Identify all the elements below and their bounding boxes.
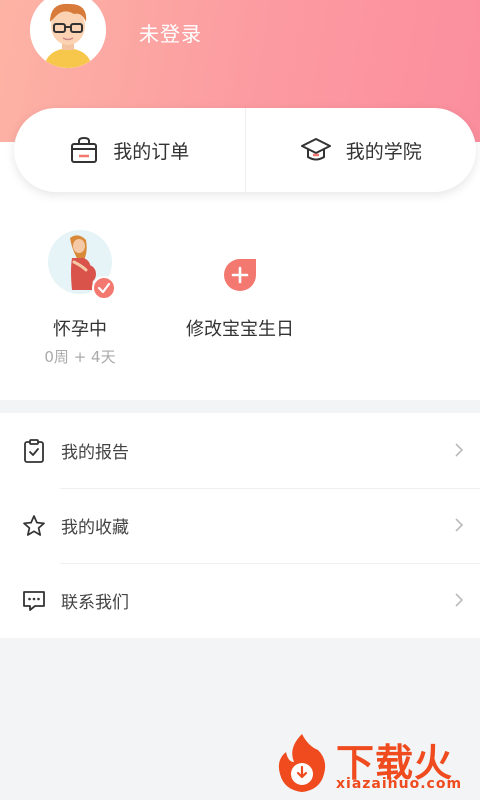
watermark: 下载火 xiazaihuo.com — [274, 732, 474, 794]
avatar-illustration-icon — [30, 0, 106, 68]
chevron-right-icon — [455, 443, 464, 457]
shopping-bag-icon — [69, 135, 99, 165]
edit-birthday-label[interactable]: 修改宝宝生日 — [170, 315, 310, 341]
login-status-text[interactable]: 未登录 — [139, 18, 202, 47]
clipboard-check-icon — [24, 439, 44, 463]
shortcut-card: 我的订单 我的学院 — [14, 108, 476, 192]
pregnancy-status-label: 怀孕中 — [53, 319, 107, 340]
my-orders-button[interactable]: 我的订单 — [14, 108, 245, 192]
menu-list: 我的报告 我的收藏 联系我们 — [0, 413, 480, 638]
menu-label-my-report: 我的报告 — [61, 443, 129, 463]
add-icon — [224, 259, 256, 291]
my-academy-label: 我的学院 — [345, 140, 422, 163]
menu-label-contact-us: 联系我们 — [61, 593, 129, 613]
my-orders-label: 我的订单 — [113, 140, 190, 163]
menu-item-my-favorites[interactable]: 我的收藏 — [0, 488, 480, 563]
menu-label-my-favorites: 我的收藏 — [61, 518, 129, 538]
status-check-icon — [92, 276, 116, 300]
edit-birthday-button[interactable] — [223, 258, 257, 292]
menu-item-my-report[interactable]: 我的报告 — [0, 413, 480, 488]
my-academy-button[interactable]: 我的学院 — [246, 108, 477, 192]
watermark-url: xiazaihuo.com — [336, 776, 463, 792]
graduation-cap-icon — [300, 135, 332, 165]
chevron-right-icon — [455, 518, 464, 532]
star-icon — [23, 515, 45, 536]
pregnancy-progress-text: 0周 + 4天 — [44, 348, 116, 366]
chat-icon — [23, 591, 45, 611]
menu-item-contact-us[interactable]: 联系我们 — [0, 563, 480, 638]
user-avatar[interactable] — [30, 0, 106, 68]
pregnancy-status-section: 怀孕中 0周 + 4天 修改宝宝生日 — [0, 220, 480, 380]
flame-logo-icon — [278, 734, 326, 792]
chevron-right-icon — [455, 593, 464, 607]
